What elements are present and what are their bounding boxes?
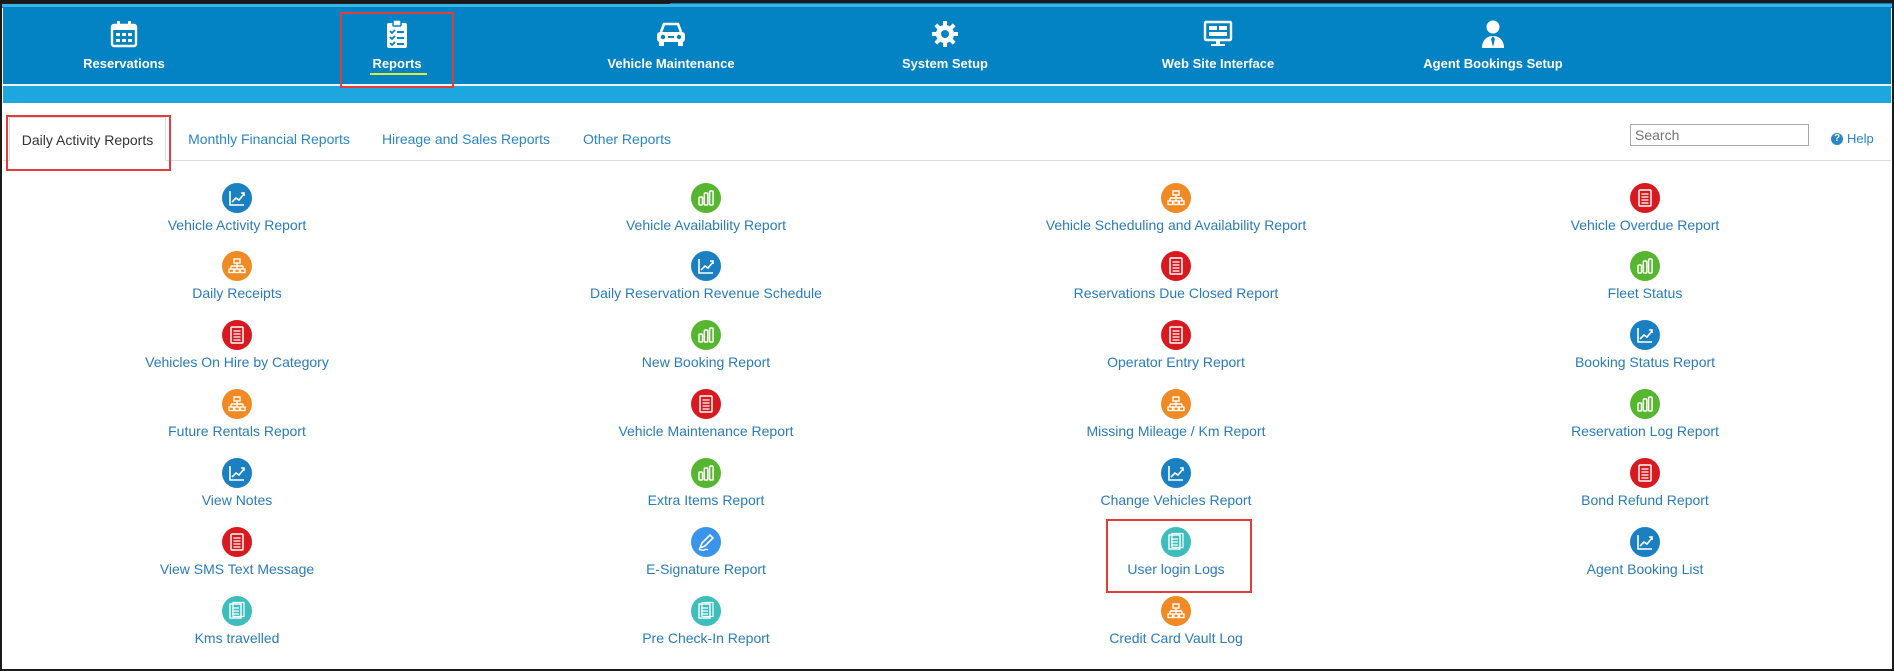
window-frame [0, 0, 1894, 671]
